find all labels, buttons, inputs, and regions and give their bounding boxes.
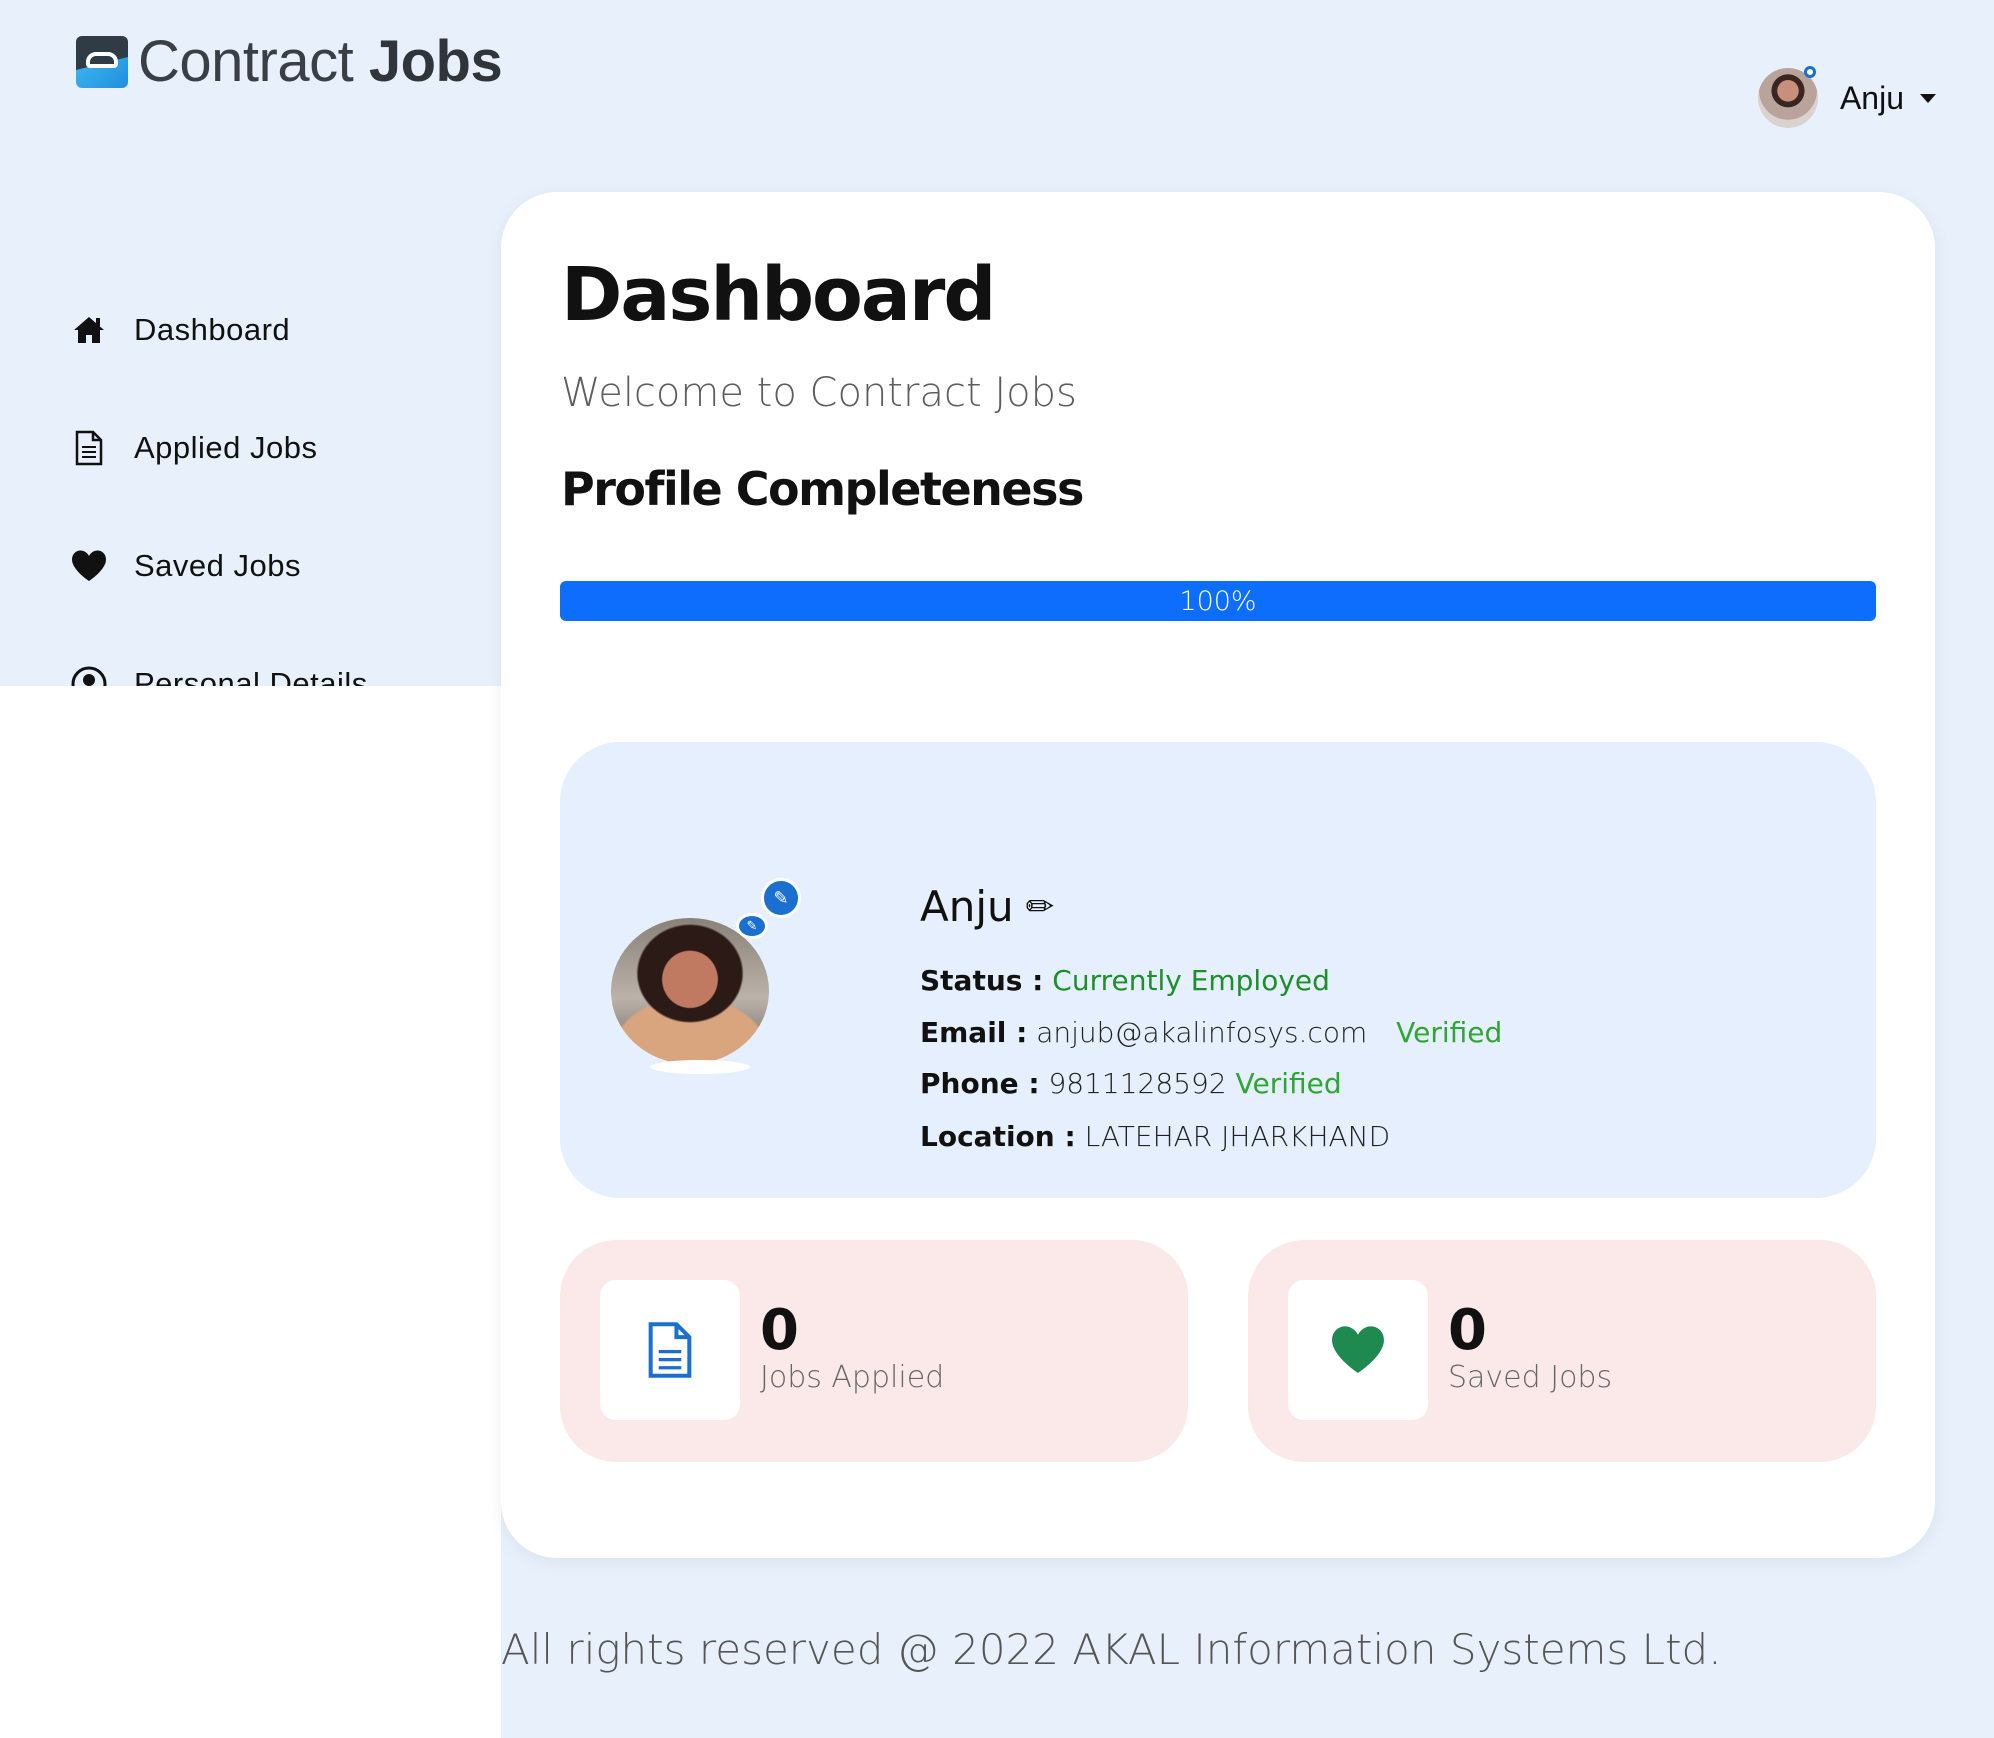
- sidebar-item-label: Personal Details: [134, 666, 368, 686]
- phone-label: Phone :: [920, 1067, 1040, 1100]
- document-icon: [648, 1322, 692, 1378]
- welcome-text: Welcome to Contract Jobs: [561, 370, 1077, 416]
- sidebar-lower-background: [0, 686, 501, 1738]
- progress-label: 100%: [1179, 585, 1257, 617]
- email-verified-badge: Verified: [1396, 1016, 1503, 1049]
- app-logo[interactable]: Contract Jobs: [76, 28, 503, 95]
- heart-icon: [70, 547, 108, 585]
- email-label: Email :: [920, 1016, 1028, 1049]
- location-value: LATEHAR JHARKHAND: [1084, 1120, 1391, 1153]
- phone-row: Phone : 9811128592 Verified: [920, 1067, 1342, 1100]
- status-label: Status :: [920, 964, 1044, 997]
- dashboard-card: Dashboard Welcome to Contract Jobs Profi…: [501, 192, 1935, 1558]
- jobs-applied-stat-card[interactable]: 0 Jobs Applied: [560, 1240, 1188, 1462]
- caret-down-icon[interactable]: [1920, 93, 1936, 103]
- profile-completeness-title: Profile Completeness: [561, 462, 1084, 516]
- profile-photo[interactable]: [611, 918, 769, 1064]
- email-value: anjub@akalinfosys.com: [1036, 1016, 1368, 1049]
- handshake-logo-icon: [76, 35, 128, 88]
- sidebar-item-applied-jobs[interactable]: Applied Jobs: [70, 418, 490, 478]
- profile-completeness-progress-bar: 100%: [560, 581, 1876, 621]
- sidebar-item-personal-details[interactable]: Personal Details: [70, 654, 490, 686]
- sidebar-item-dashboard[interactable]: Dashboard: [70, 300, 490, 360]
- sidebar-item-saved-jobs[interactable]: Saved Jobs: [70, 536, 490, 596]
- footer-copyright: All rights reserved @ 2022 AKAL Informat…: [501, 1625, 1722, 1674]
- logo-text: Contract Jobs: [138, 29, 503, 94]
- profile-name: Anju ✏: [920, 882, 1054, 931]
- sidebar-item-label: Saved Jobs: [134, 548, 301, 583]
- saved-jobs-stat-card[interactable]: 0 Saved Jobs: [1248, 1240, 1876, 1462]
- heart-icon: [1332, 1326, 1384, 1373]
- home-icon: [70, 311, 108, 349]
- email-row: Email : anjub@akalinfosys.com Verified: [920, 1016, 1502, 1049]
- location-row: Location : LATEHAR JHARKHAND: [920, 1120, 1390, 1153]
- status-value: Currently Employed: [1052, 964, 1330, 997]
- status-row: Status : Currently Employed: [920, 964, 1330, 997]
- profile-name-text: Anju: [920, 882, 1014, 931]
- stat-icon-box: [1288, 1280, 1428, 1420]
- profile-summary-card: ✎ ✎ Anju ✏ Status : Currently Employed E…: [560, 742, 1876, 1198]
- location-label: Location :: [920, 1120, 1076, 1153]
- phone-verified-badge: Verified: [1235, 1067, 1342, 1100]
- jobs-applied-label: Jobs Applied: [760, 1360, 945, 1395]
- saved-jobs-label: Saved Jobs: [1448, 1360, 1613, 1395]
- avatar[interactable]: [1757, 66, 1818, 128]
- jobs-applied-count: 0: [760, 1298, 799, 1363]
- profile-photo-shadow: [650, 1060, 750, 1074]
- stat-icon-box: [600, 1280, 740, 1420]
- page-title: Dashboard: [561, 252, 996, 338]
- sidebar-item-label: Dashboard: [134, 312, 291, 347]
- user-name[interactable]: Anju: [1840, 80, 1904, 117]
- user-menu-dropdown[interactable]: Anju: [1757, 66, 1936, 128]
- sidebar-item-label: Applied Jobs: [134, 430, 318, 465]
- progress-fill: 100%: [560, 581, 1876, 621]
- online-status-dot: [1803, 66, 1816, 78]
- edit-name-pencil-icon[interactable]: ✏: [1026, 887, 1055, 927]
- edit-photo-pencil-icon[interactable]: ✎: [761, 878, 801, 918]
- edit-photo-pencil-icon-small[interactable]: ✎: [736, 913, 768, 939]
- sidebar-nav: Dashboard Applied Jobs Saved Jobs Person…: [70, 300, 490, 686]
- phone-value: 9811128592: [1048, 1067, 1227, 1100]
- user-circle-icon: [70, 665, 108, 686]
- saved-jobs-count: 0: [1448, 1298, 1487, 1363]
- document-icon: [70, 429, 108, 467]
